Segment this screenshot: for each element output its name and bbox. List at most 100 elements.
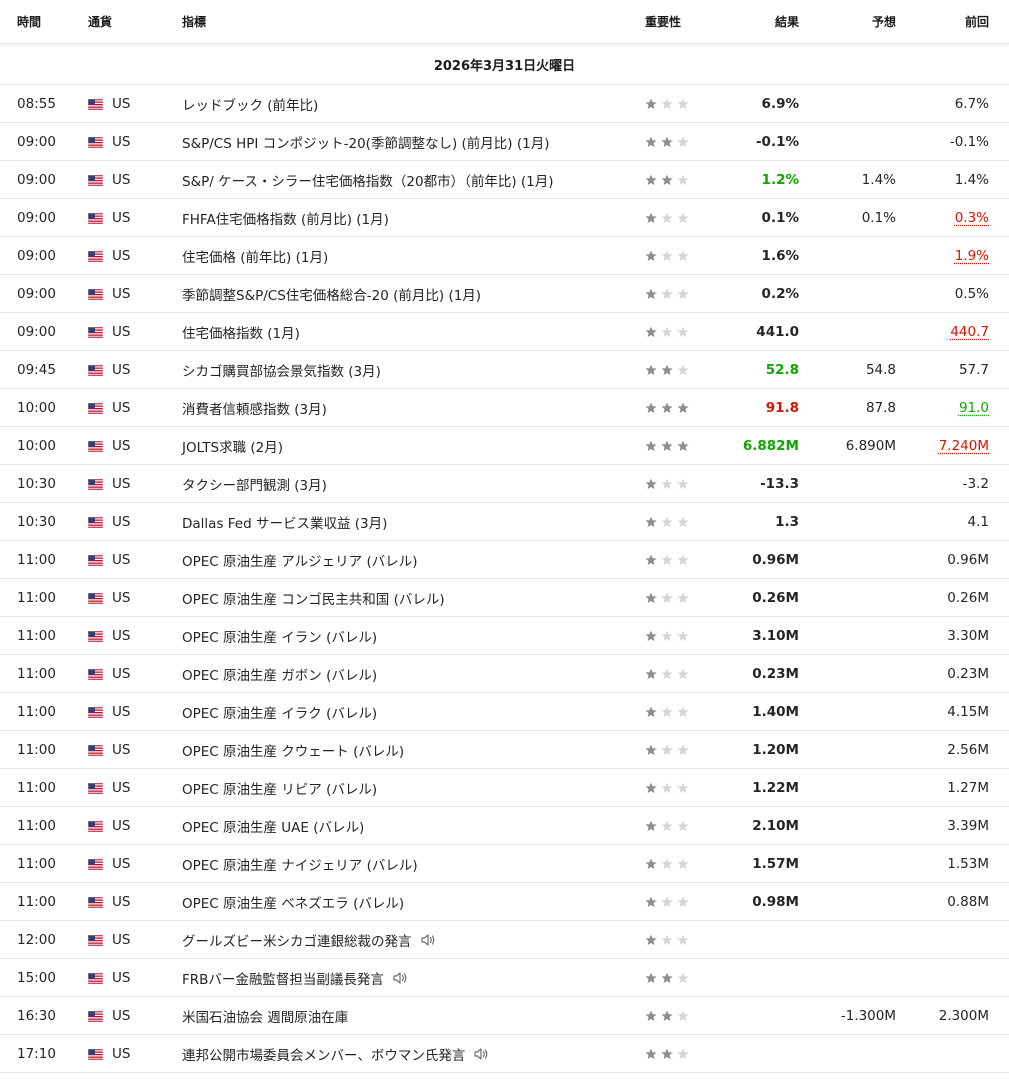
table-row[interactable]: 12:00 US グールズビー米シカゴ連銀総裁の発言 [0, 921, 1009, 959]
event-indicator[interactable]: Dallas Fed サービス業収益 (3月) [182, 503, 637, 540]
table-row[interactable]: 09:00 US S&P/CS HPI コンポジット-20(季節調整なし) (前月比… [0, 123, 1009, 161]
indicator-name[interactable]: OPEC 原油生産 リビア (バレル) [182, 778, 377, 798]
table-row[interactable]: 11:00 US OPEC 原油生産 ガボン (バレル) 0.23M 0.23M [0, 655, 1009, 693]
indicator-name[interactable]: OPEC 原油生産 アルジェリア (バレル) [182, 550, 418, 570]
indicator-name[interactable]: タクシー部門観測 (3月) [182, 474, 327, 494]
indicator-name[interactable]: OPEC 原油生産 イラク (バレル) [182, 702, 377, 722]
table-row[interactable]: 09:00 US FHFA住宅価格指数 (前月比) (1月) 0.1% 0.1% 0.3% [0, 199, 1009, 237]
table-row[interactable]: 17:10 US 連邦公開市場委員会メンバー、ボウマン氏発言 [0, 1035, 1009, 1073]
event-indicator[interactable]: 連邦公開市場委員会メンバー、ボウマン氏発言 [182, 1035, 637, 1072]
table-row[interactable]: 11:00 US OPEC 原油生産 アルジェリア (バレル) 0.96M 0.96M [0, 541, 1009, 579]
header-forecast[interactable]: 予想 [800, 0, 896, 43]
indicator-name[interactable]: 季節調整S&P/CS住宅価格総合-20 (前月比) (1月) [182, 284, 481, 304]
event-indicator[interactable]: S&P/ ケース・シラー住宅価格指数（20都市）（前年比) (1月) [182, 161, 637, 198]
event-indicator[interactable]: 住宅価格 (前年比) (1月) [182, 237, 637, 274]
indicator-name[interactable]: JOLTS求職 (2月) [182, 436, 283, 456]
event-indicator[interactable]: OPEC 原油生産 イラク (バレル) [182, 693, 637, 730]
table-row[interactable]: 11:00 US OPEC 原油生産 イラク (バレル) 1.40M 4.15M [0, 693, 1009, 731]
event-indicator[interactable]: 消費者信頼感指数 (3月) [182, 389, 637, 426]
indicator-name[interactable]: 消費者信頼感指数 (3月) [182, 398, 327, 418]
table-row[interactable]: 09:00 US 季節調整S&P/CS住宅価格総合-20 (前月比) (1月) 0.2… [0, 275, 1009, 313]
header-previous[interactable]: 前回 [900, 0, 989, 43]
table-row[interactable]: 10:00 US JOLTS求職 (2月) 6.882M 6.890M 7.240M [0, 427, 1009, 465]
date-heading: 2026年3月31日火曜日 [0, 44, 1009, 85]
event-indicator[interactable]: レッドブック (前年比) [182, 85, 637, 122]
indicator-name[interactable]: レッドブック (前年比) [182, 94, 318, 114]
previous-value[interactable]: 0.3% [955, 210, 989, 226]
table-row[interactable]: 11:00 US OPEC 原油生産 リビア (バレル) 1.22M 1.27M [0, 769, 1009, 807]
indicator-name[interactable]: OPEC 原油生産 クウェート (バレル) [182, 740, 404, 760]
previous-value[interactable]: 1.9% [955, 248, 989, 264]
indicator-name[interactable]: FHFA住宅価格指数 (前月比) (1月) [182, 208, 389, 228]
event-currency: US [87, 617, 168, 654]
event-indicator[interactable]: OPEC 原油生産 リビア (バレル) [182, 769, 637, 806]
table-row[interactable]: 09:00 US S&P/ ケース・シラー住宅価格指数（20都市）（前年比) (1月… [0, 161, 1009, 199]
header-currency[interactable]: 通貨 [88, 0, 168, 43]
event-time: 11:00 [17, 855, 56, 872]
event-result: 1.6% [700, 237, 799, 274]
event-indicator[interactable]: S&P/CS HPI コンポジット-20(季節調整なし) (前月比) (1月) [182, 123, 637, 160]
indicator-name[interactable]: グールズビー米シカゴ連銀総裁の発言 [182, 930, 412, 950]
indicator-name[interactable]: OPEC 原油生産 ナイジェリア (バレル) [182, 854, 418, 874]
previous-value[interactable]: 440.7 [950, 324, 989, 340]
table-row[interactable]: 11:00 US OPEC 原油生産 ナイジェリア (バレル) 1.57M 1.53M [0, 845, 1009, 883]
event-indicator[interactable]: グールズビー米シカゴ連銀総裁の発言 [182, 921, 637, 958]
header-time[interactable]: 時間 [17, 0, 77, 43]
previous-value[interactable]: 7.240M [939, 438, 989, 454]
table-row[interactable]: 11:00 US OPEC 原油生産 UAE (バレル) 2.10M 3.39M [0, 807, 1009, 845]
table-row[interactable]: 10:30 US Dallas Fed サービス業収益 (3月) 1.3 4.1 [0, 503, 1009, 541]
result-value: 1.40M [752, 703, 799, 720]
indicator-name[interactable]: S&P/ ケース・シラー住宅価格指数（20都市）（前年比) (1月) [182, 170, 554, 190]
event-previous: 0.88M [900, 883, 989, 920]
event-indicator[interactable]: OPEC 原油生産 ベネズエラ (バレル) [182, 883, 637, 920]
event-indicator[interactable]: OPEC 原油生産 ナイジェリア (バレル) [182, 845, 637, 882]
stars-group [645, 212, 689, 224]
indicator-name[interactable]: OPEC 原油生産 イラン (バレル) [182, 626, 377, 646]
table-row[interactable]: 10:00 US 消費者信頼感指数 (3月) 91.8 87.8 91.0 [0, 389, 1009, 427]
indicator-name[interactable]: OPEC 原油生産 コンゴ民主共和国 (バレル) [182, 588, 445, 608]
table-row[interactable]: 09:00 US 住宅価格指数 (1月) 441.0 440.7 [0, 313, 1009, 351]
us-flag-icon [87, 364, 104, 377]
header-result[interactable]: 結果 [700, 0, 799, 43]
star-icon [661, 782, 673, 794]
event-indicator[interactable]: 季節調整S&P/CS住宅価格総合-20 (前月比) (1月) [182, 275, 637, 312]
event-indicator[interactable]: OPEC 原油生産 イラン (バレル) [182, 617, 637, 654]
table-row[interactable]: 11:00 US OPEC 原油生産 クウェート (バレル) 1.20M 2.56M [0, 731, 1009, 769]
table-row[interactable]: 16:30 US 米国石油協会 週間原油在庫 -1.300M 2.300M [0, 997, 1009, 1035]
header-indicator[interactable]: 指標 [182, 0, 637, 43]
event-indicator[interactable]: OPEC 原油生産 クウェート (バレル) [182, 731, 637, 768]
previous-value[interactable]: 91.0 [959, 400, 989, 416]
event-indicator[interactable]: OPEC 原油生産 ガボン (バレル) [182, 655, 637, 692]
stars-group [645, 288, 689, 300]
indicator-name[interactable]: Dallas Fed サービス業収益 (3月) [182, 512, 387, 532]
event-indicator[interactable]: FRBバー金融監督担当副議長発言 [182, 959, 637, 996]
currency-code: US [112, 931, 131, 948]
table-row[interactable]: 09:45 US シカゴ購買部協会景気指数 (3月) 52.8 54.8 57.7 [0, 351, 1009, 389]
event-indicator[interactable]: タクシー部門観測 (3月) [182, 465, 637, 502]
table-row[interactable]: 11:00 US OPEC 原油生産 ベネズエラ (バレル) 0.98M 0.88M [0, 883, 1009, 921]
event-indicator[interactable]: OPEC 原油生産 コンゴ民主共和国 (バレル) [182, 579, 637, 616]
indicator-name[interactable]: OPEC 原油生産 ガボン (バレル) [182, 664, 377, 684]
table-row[interactable]: 09:00 US 住宅価格 (前年比) (1月) 1.6% 1.9% [0, 237, 1009, 275]
table-row[interactable]: 15:00 US FRBバー金融監督担当副議長発言 [0, 959, 1009, 997]
indicator-name[interactable]: OPEC 原油生産 UAE (バレル) [182, 816, 364, 836]
indicator-name[interactable]: 住宅価格 (前年比) (1月) [182, 246, 328, 266]
event-indicator[interactable]: FHFA住宅価格指数 (前月比) (1月) [182, 199, 637, 236]
indicator-name[interactable]: OPEC 原油生産 ベネズエラ (バレル) [182, 892, 404, 912]
indicator-name[interactable]: シカゴ購買部協会景気指数 (3月) [182, 360, 381, 380]
table-row[interactable]: 08:55 US レッドブック (前年比) 6.9% 6.7% [0, 85, 1009, 123]
indicator-name[interactable]: FRBバー金融監督担当副議長発言 [182, 968, 384, 988]
event-indicator[interactable]: 住宅価格指数 (1月) [182, 313, 637, 350]
table-row[interactable]: 10:30 US タクシー部門観測 (3月) -13.3 -3.2 [0, 465, 1009, 503]
event-indicator[interactable]: シカゴ購買部協会景気指数 (3月) [182, 351, 637, 388]
event-indicator[interactable]: OPEC 原油生産 アルジェリア (バレル) [182, 541, 637, 578]
table-row[interactable]: 11:00 US OPEC 原油生産 イラン (バレル) 3.10M 3.30M [0, 617, 1009, 655]
indicator-name[interactable]: 住宅価格指数 (1月) [182, 322, 300, 342]
indicator-name[interactable]: S&P/CS HPI コンポジット-20(季節調整なし) (前月比) (1月) [182, 132, 549, 152]
indicator-name[interactable]: 連邦公開市場委員会メンバー、ボウマン氏発言 [182, 1044, 465, 1064]
event-indicator[interactable]: 米国石油協会 週間原油在庫 [182, 997, 637, 1034]
event-indicator[interactable]: OPEC 原油生産 UAE (バレル) [182, 807, 637, 844]
indicator-name[interactable]: 米国石油協会 週間原油在庫 [182, 1006, 348, 1026]
event-indicator[interactable]: JOLTS求職 (2月) [182, 427, 637, 464]
table-row[interactable]: 11:00 US OPEC 原油生産 コンゴ民主共和国 (バレル) 0.26M 0.26… [0, 579, 1009, 617]
